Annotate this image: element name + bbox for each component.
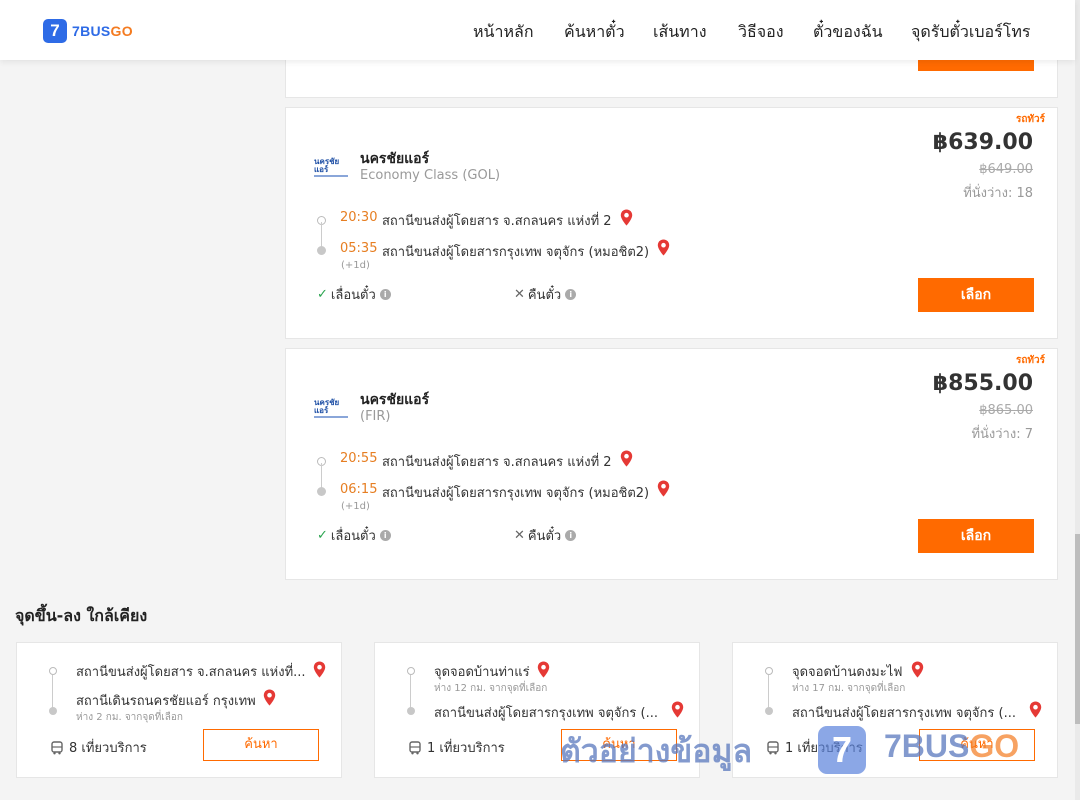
search-button[interactable]: ค้นหา — [203, 729, 319, 761]
available-seats: ที่นั่งว่าง: 18 — [963, 186, 1033, 201]
destination-dot-icon — [49, 707, 57, 715]
destination-distance: ห่าง 2 กม. จากจุดที่เลือก — [76, 712, 183, 723]
operator-name: นครชัยแอร์ — [360, 151, 430, 167]
available-seats: ที่นั่งว่าง: 7 — [971, 427, 1033, 442]
nearby-card: สถานีขนส่งผู้โดยสาร จ.สกลนคร แห่งที่... … — [16, 642, 342, 778]
arrival-time: 05:35 — [340, 241, 378, 256]
nav-item-routes[interactable]: เส้นทาง — [653, 20, 707, 45]
bus-icon — [409, 740, 421, 754]
bus-icon — [51, 740, 63, 754]
departure-stop: สถานีขนส่งผู้โดยสาร จ.สกลนคร แห่งที่ 2 — [382, 214, 612, 229]
refund-policy: ✕ คืนตั๋ว i — [514, 284, 577, 305]
logo-mark-icon: 7 — [43, 19, 67, 43]
info-icon[interactable]: i — [379, 530, 391, 541]
original-price: ฿649.00 — [979, 162, 1033, 177]
nav-item-ticket-pickup[interactable]: จุดรับตั๋วเบอร์โทร — [911, 20, 1030, 45]
arrival-dot-icon — [317, 246, 326, 255]
refund-policy: ✕ คืนตั๋ว i — [514, 525, 577, 546]
map-pin-icon[interactable] — [537, 661, 550, 678]
info-icon[interactable]: i — [565, 289, 577, 300]
origin-stop: สถานีขนส่งผู้โดยสาร จ.สกลนคร แห่งที่... — [76, 665, 306, 680]
operator-logo: นครชัยแอร์ — [314, 158, 350, 177]
info-icon[interactable]: i — [379, 289, 391, 300]
bus-class: (FIR) — [360, 409, 391, 424]
map-pin-icon[interactable] — [620, 450, 633, 467]
destination-stop: สถานีขนส่งผู้โดยสารกรุงเทพ จตุจักร (... — [792, 706, 1016, 721]
reschedule-policy: ✓ เลื่อนตั๋ว i — [317, 284, 391, 305]
next-day-label: (+1d) — [341, 501, 370, 512]
trip-card: รถทัวร์ นครชัยแอร์ นครชัยแอร์ Economy Cl… — [285, 107, 1058, 339]
logo-text: 7BUSGO — [72, 23, 133, 39]
map-pin-icon[interactable] — [911, 661, 924, 678]
info-icon[interactable]: i — [565, 530, 577, 541]
reschedule-policy: ✓ เลื่อนตั๋ว i — [317, 525, 391, 546]
bus-type-badge: รถทัวร์ — [1015, 355, 1045, 366]
map-pin-icon[interactable] — [657, 480, 670, 497]
destination-stop: สถานีเดินรถนครชัยแอร์ กรุงเทพ — [76, 694, 256, 709]
origin-stop: จุดจอดบ้านท่าแร่ — [434, 665, 530, 680]
page-scrollbar[interactable] — [1075, 0, 1080, 800]
map-pin-icon[interactable] — [657, 239, 670, 256]
original-price: ฿865.00 — [979, 403, 1033, 418]
trip-card: รถทัวร์ นครชัยแอร์ นครชัยแอร์ (FIR) ฿855… — [285, 348, 1058, 580]
origin-dot-icon — [765, 667, 773, 675]
scrollbar-thumb[interactable] — [1075, 534, 1080, 724]
bus-icon — [767, 740, 779, 754]
destination-stop: สถานีขนส่งผู้โดยสารกรุงเทพ จตุจักร (... — [434, 706, 658, 721]
map-pin-icon[interactable] — [620, 209, 633, 226]
arrival-stop: สถานีขนส่งผู้โดยสารกรุงเทพ จตุจักร (หมอช… — [382, 486, 650, 501]
map-pin-icon[interactable] — [1029, 701, 1042, 718]
origin-dot-icon — [407, 667, 415, 675]
check-icon: ✓ — [317, 287, 328, 302]
trip-count: 1 เที่ยวบริการ — [408, 737, 505, 758]
timeline-line — [768, 675, 769, 709]
departure-stop: สถานีขนส่งผู้โดยสาร จ.สกลนคร แห่งที่ 2 — [382, 455, 612, 470]
site-logo[interactable]: 7 7BUSGO — [43, 19, 133, 43]
price: ฿639.00 — [932, 130, 1033, 155]
destination-dot-icon — [407, 707, 415, 715]
trip-count: 8 เที่ยวบริการ — [50, 737, 147, 758]
operator-logo: นครชัยแอร์ — [314, 399, 350, 418]
arrival-time: 06:15 — [340, 482, 378, 497]
watermark-logo-icon: 7 — [818, 726, 866, 774]
origin-dot-icon — [49, 667, 57, 675]
bus-type-badge: รถทัวร์ — [1015, 114, 1045, 125]
origin-stop: จุดจอดบ้านดงมะไฟ — [792, 665, 903, 680]
map-pin-icon[interactable] — [313, 661, 326, 678]
destination-dot-icon — [765, 707, 773, 715]
watermark-brand: 7BUSGO — [884, 728, 1020, 764]
sample-data-watermark: ตัวอย่างข้อมูล — [560, 732, 753, 770]
price: ฿855.00 — [932, 371, 1033, 396]
departure-time: 20:30 — [340, 210, 378, 225]
nav-item-my-tickets[interactable]: ตั๋วของฉัน — [813, 20, 883, 45]
nav-item-home[interactable]: หน้าหลัก — [473, 20, 534, 45]
select-button[interactable]: เลือก — [918, 519, 1034, 553]
arrival-dot-icon — [317, 487, 326, 496]
operator-name: นครชัยแอร์ — [360, 392, 430, 408]
nav-item-search-ticket[interactable]: ค้นหาตั๋ว — [564, 20, 625, 45]
bus-class: Economy Class (GOL) — [360, 168, 501, 183]
top-navbar: 7 7BUSGO หน้าหลัก ค้นหาตั๋ว เส้นทาง วิธี… — [0, 0, 1075, 60]
timeline-line — [52, 675, 53, 709]
departure-time: 20:55 — [340, 451, 378, 466]
map-pin-icon[interactable] — [263, 689, 276, 706]
cross-icon: ✕ — [514, 287, 525, 302]
map-pin-icon[interactable] — [671, 701, 684, 718]
origin-distance: ห่าง 12 กม. จากจุดที่เลือก — [434, 683, 548, 694]
next-day-label: (+1d) — [341, 260, 370, 271]
nav-item-how-to-book[interactable]: วิธีจอง — [738, 20, 784, 45]
select-button[interactable]: เลือก — [918, 278, 1034, 312]
origin-distance: ห่าง 17 กม. จากจุดที่เลือก — [792, 683, 906, 694]
cross-icon: ✕ — [514, 528, 525, 543]
arrival-stop: สถานีขนส่งผู้โดยสารกรุงเทพ จตุจักร (หมอช… — [382, 245, 650, 260]
check-icon: ✓ — [317, 528, 328, 543]
nearby-section-title: จุดขึ้น-ลง ใกล้เคียง — [15, 606, 148, 625]
timeline-line — [410, 675, 411, 709]
